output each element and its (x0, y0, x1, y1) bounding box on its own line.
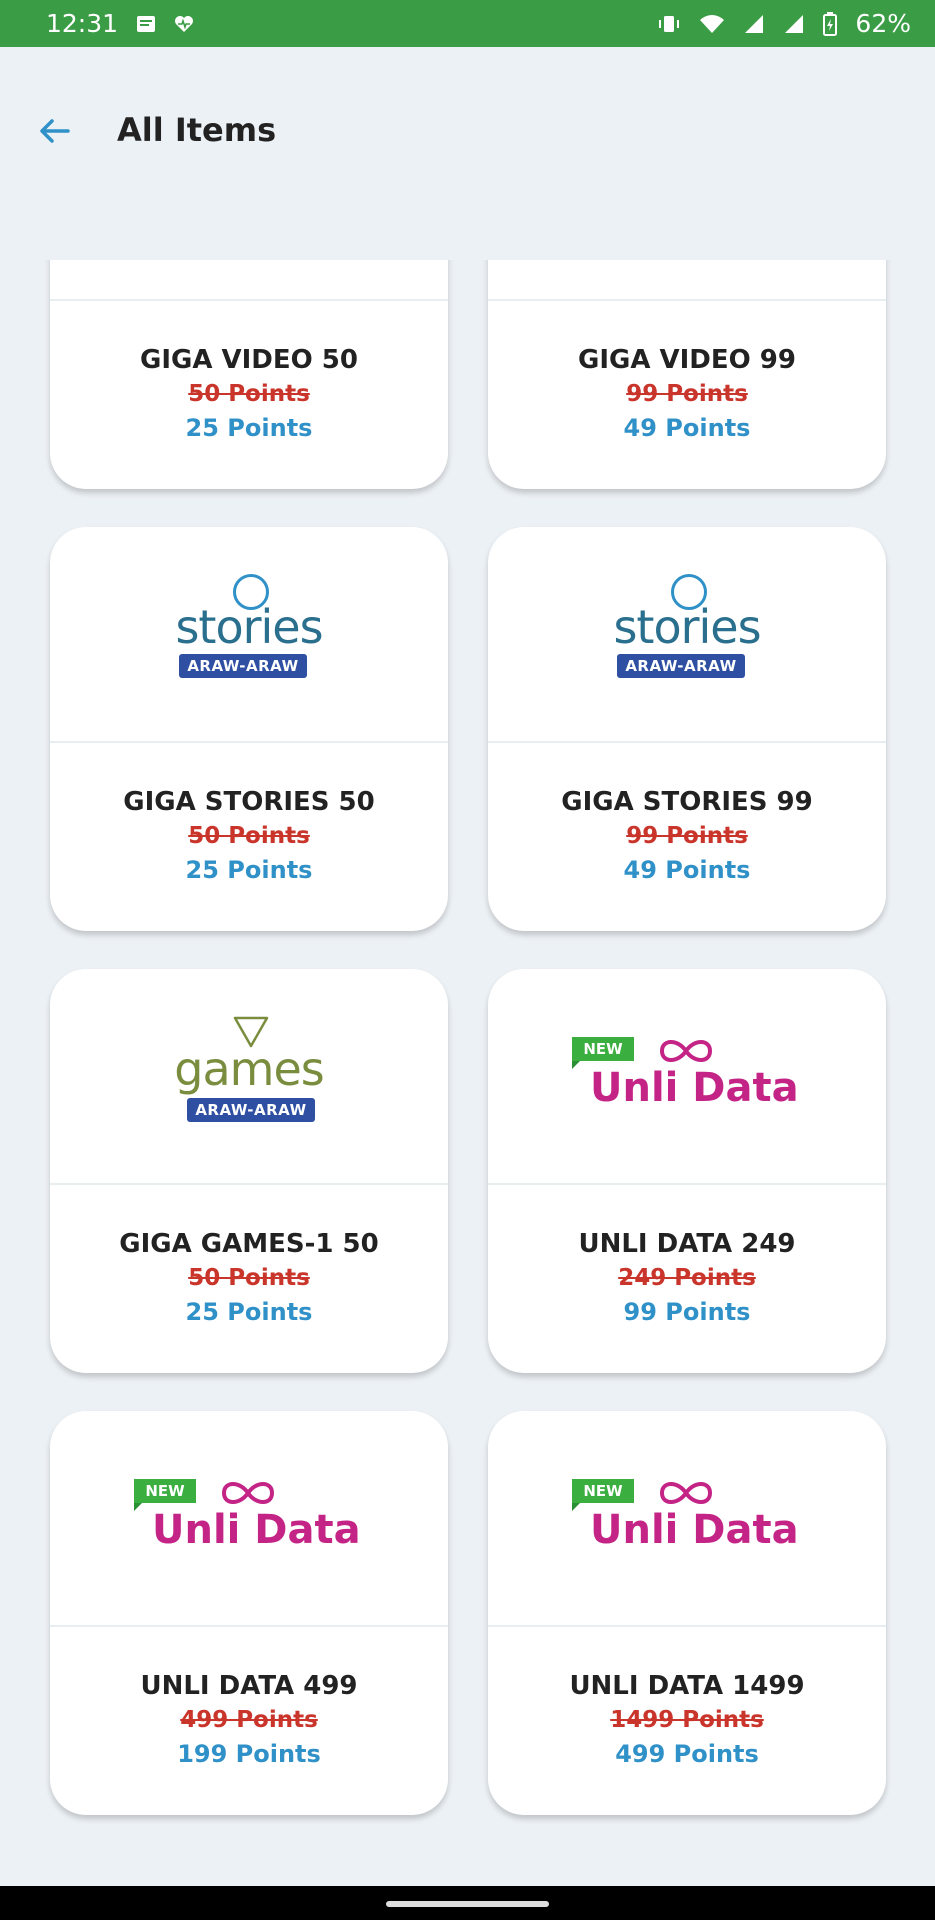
back-button[interactable] (36, 113, 72, 149)
status-time: 12:31 (46, 9, 119, 38)
card-divider (488, 1183, 886, 1185)
original-price: 99 Points (626, 381, 748, 407)
battery-percent: 62% (855, 9, 911, 38)
new-badge: NEW (572, 1037, 634, 1069)
item-name: UNLI DATA 1499 (569, 1671, 805, 1701)
page-title: All Items (117, 111, 277, 149)
original-price: 249 Points (618, 1265, 756, 1291)
wifi-icon (699, 14, 725, 34)
original-price: 99 Points (626, 823, 748, 849)
status-bar: 12:31 62% (0, 0, 935, 47)
unli-data-wordmark: Unli Data (590, 1065, 799, 1111)
status-left: 12:31 (46, 9, 194, 38)
stories-wordmark: stories (175, 600, 323, 654)
new-badge: NEW (572, 1479, 634, 1511)
item-name: GIGA VIDEO 99 (577, 345, 796, 375)
item-image: NEW Unli Data (50, 1411, 448, 1625)
araw-araw-tag: ARAW-ARAW (617, 654, 745, 678)
card-divider (50, 1183, 448, 1185)
item-name: GIGA VIDEO 50 (139, 345, 358, 375)
discounted-price: 25 Points (185, 1298, 313, 1326)
arrow-left-icon (40, 119, 70, 143)
item-card[interactable]: video ARAW-ARAW GIGA VIDEO 50 50 Points … (50, 260, 448, 489)
original-price: 1499 Points (610, 1707, 764, 1733)
item-card[interactable]: video ARAW-ARAW GIGA VIDEO 99 99 Points … (488, 260, 886, 489)
item-name: GIGA STORIES 99 (561, 787, 813, 817)
stories-logo: stories ARAW-ARAW (587, 574, 787, 694)
card-divider (50, 299, 448, 301)
original-price: 50 Points (188, 381, 310, 407)
signal-icon (743, 14, 765, 34)
games-logo: games ARAW-ARAW (149, 1016, 349, 1136)
discounted-price: 25 Points (185, 414, 313, 442)
item-name: GIGA GAMES-1 50 (119, 1229, 379, 1259)
card-divider (50, 741, 448, 743)
discounted-price: 99 Points (623, 1298, 751, 1326)
original-price: 499 Points (180, 1707, 318, 1733)
araw-araw-tag: ARAW-ARAW (187, 1098, 315, 1122)
original-price: 50 Points (188, 1265, 310, 1291)
item-image: video ARAW-ARAW (488, 260, 886, 299)
unli-data-logo: NEW Unli Data (134, 1463, 364, 1573)
item-name: UNLI DATA 499 (140, 1671, 358, 1701)
discounted-price: 499 Points (615, 1740, 759, 1768)
item-image: video ARAW-ARAW (50, 260, 448, 299)
stories-logo: stories ARAW-ARAW (149, 574, 349, 694)
unli-data-logo: NEW Unli Data (572, 1463, 802, 1573)
games-wordmark: games (174, 1042, 324, 1096)
item-image: NEW Unli Data (488, 969, 886, 1183)
item-image: stories ARAW-ARAW (50, 527, 448, 741)
message-icon (136, 14, 156, 34)
item-name: GIGA STORIES 50 (123, 787, 375, 817)
discounted-price: 25 Points (185, 856, 313, 884)
unli-data-wordmark: Unli Data (590, 1507, 799, 1553)
items-scroll-area[interactable]: video ARAW-ARAW GIGA VIDEO 50 50 Points … (0, 260, 935, 1886)
item-image: NEW Unli Data (488, 1411, 886, 1625)
home-handle[interactable] (386, 1901, 549, 1907)
items-grid: video ARAW-ARAW GIGA VIDEO 50 50 Points … (50, 260, 886, 1815)
item-card[interactable]: stories ARAW-ARAW GIGA STORIES 50 50 Poi… (50, 527, 448, 931)
unli-data-wordmark: Unli Data (152, 1507, 361, 1553)
card-divider (488, 299, 886, 301)
infinity-icon (659, 1040, 713, 1062)
card-divider (488, 741, 886, 743)
app-bar: All Items (0, 47, 935, 219)
item-image: games ARAW-ARAW (50, 969, 448, 1183)
navigation-bar (0, 1886, 935, 1920)
discounted-price: 49 Points (623, 414, 751, 442)
card-divider (488, 1625, 886, 1627)
araw-araw-tag: ARAW-ARAW (179, 654, 307, 678)
infinity-icon (659, 1482, 713, 1504)
health-icon (174, 15, 194, 33)
card-divider (50, 1625, 448, 1627)
unli-data-logo: NEW Unli Data (572, 1021, 802, 1131)
original-price: 50 Points (188, 823, 310, 849)
discounted-price: 199 Points (177, 1740, 321, 1768)
battery-icon (823, 11, 838, 36)
new-badge: NEW (134, 1479, 196, 1511)
item-card[interactable]: NEW Unli Data UNLI DATA 1499 1499 Points… (488, 1411, 886, 1815)
item-image: stories ARAW-ARAW (488, 527, 886, 741)
vibrate-icon (657, 14, 681, 34)
infinity-icon (221, 1482, 275, 1504)
stories-wordmark: stories (613, 600, 761, 654)
signal-icon (783, 14, 805, 34)
discounted-price: 49 Points (623, 856, 751, 884)
item-name: UNLI DATA 249 (578, 1229, 796, 1259)
status-right: 62% (657, 9, 911, 38)
item-card[interactable]: NEW Unli Data UNLI DATA 499 499 Points 1… (50, 1411, 448, 1815)
item-card[interactable]: games ARAW-ARAW GIGA GAMES-1 50 50 Point… (50, 969, 448, 1373)
item-card[interactable]: NEW Unli Data UNLI DATA 249 249 Points 9… (488, 969, 886, 1373)
item-card[interactable]: stories ARAW-ARAW GIGA STORIES 99 99 Poi… (488, 527, 886, 931)
